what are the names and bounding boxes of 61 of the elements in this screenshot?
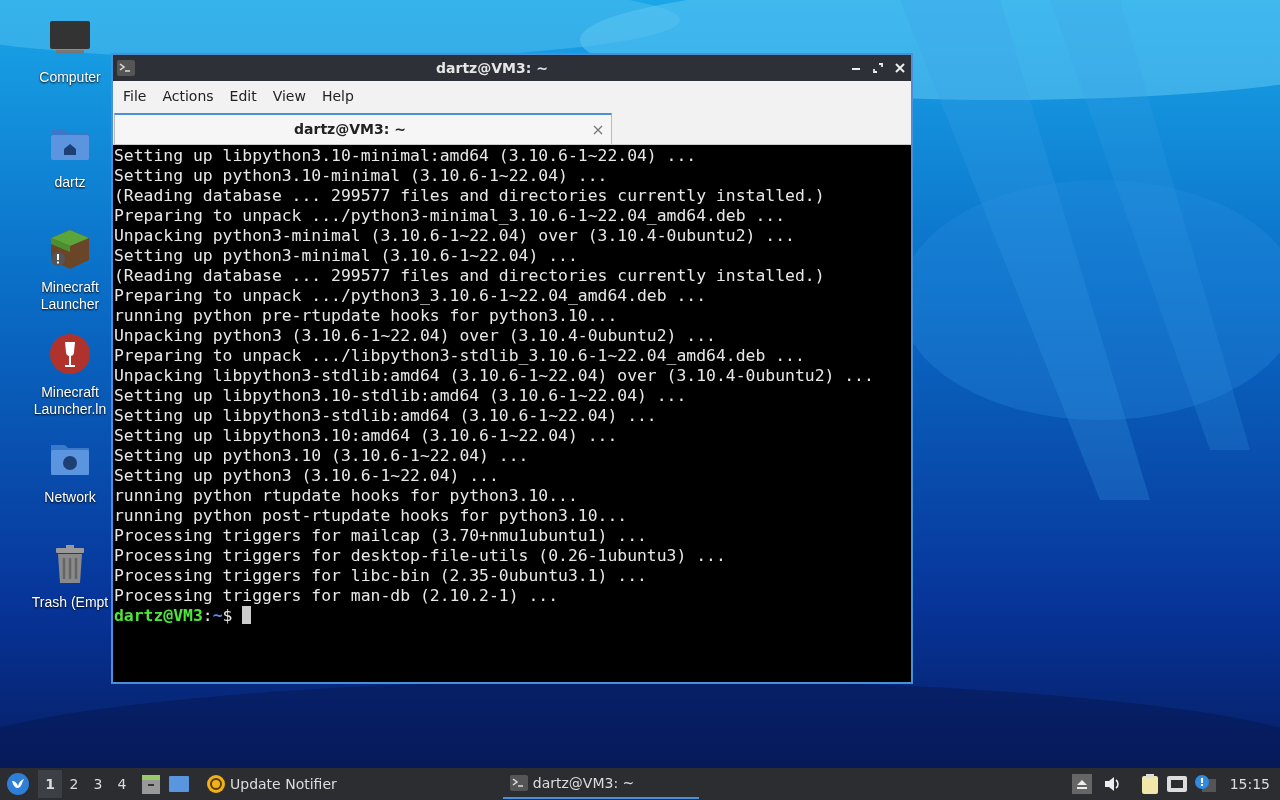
wine-glass-icon[interactable] [48, 332, 92, 376]
menu-item[interactable]: Actions [154, 81, 222, 111]
terminal-line: Setting up python3.10 (3.10.6-1~22.04) ... [114, 446, 530, 466]
eject-icon[interactable] [1071, 774, 1092, 794]
icon-label[interactable]: dartz [54, 174, 86, 191]
file-cabinet-icon[interactable] [140, 773, 162, 795]
terminal-line: (Reading database ... 299577 files and directories currently installed.) [114, 266, 826, 286]
taskbar-task[interactable]: Update Notifier [200, 769, 343, 799]
menu-item[interactable]: File [115, 81, 155, 111]
terminal-line: Preparing to unpack .../python3-minimal_3.10.6-1~22.04_amd64.deb ... [114, 206, 787, 226]
terminal-line: running python pre-rtupdate hooks for python3.10... [114, 306, 619, 326]
terminal-line: Setting up python3-minimal (3.10.6-1~22.04) ... [114, 246, 579, 266]
prompt-separator: : [202, 606, 213, 625]
terminal-line: Unpacking python3 (3.10.6-1~22.04) over (3.10.4-0ubuntu2) ... [114, 326, 717, 346]
icon-label[interactable]: Network [44, 489, 96, 506]
terminal-line: Preparing to unpack .../libpython3-stdlib_3.10.6-1~22.04_amd64.deb ... [114, 346, 806, 366]
terminal-line: Unpacking python3-minimal (3.10.6-1~22.04) over (3.10.4-0ubuntu2) ... [114, 226, 796, 246]
icon-label[interactable]: Minecraft Launcher.ln [26, 384, 114, 418]
menu-item[interactable]: Edit [221, 81, 265, 111]
prompt-symbol: $ [222, 606, 233, 625]
workspace-button[interactable]: 3 [86, 770, 110, 798]
terminal-line: Setting up libpython3.10:amd64 (3.10.6-1~22.04) ... [114, 426, 619, 446]
terminal-tab[interactable]: dartz@VM3: ~ [114, 113, 612, 144]
terminal-line: Setting up libpython3-stdlib:amd64 (3.10.6-1~22.04) ... [114, 406, 658, 426]
terminal-line: Processing triggers for desktop-file-utils (0.26-1ubuntu3) ... [114, 546, 727, 566]
network-port-icon[interactable] [1165, 774, 1188, 794]
terminal-icon [508, 773, 529, 793]
workspace-button[interactable]: 4 [110, 770, 134, 798]
terminal-line: Processing triggers for libc-bin (2.35-0ubuntu3.1) ... [114, 566, 648, 586]
terminal-line: running python rtupdate hooks for python3.10... [114, 486, 579, 506]
terminal-icon [117, 60, 135, 76]
terminal-line: Processing triggers for mailcap (3.70+nmu1ubuntu1) ... [114, 526, 648, 546]
prompt-user: dartz@VM3 [114, 606, 203, 625]
grass-block-icon[interactable] [48, 227, 92, 271]
window-icon[interactable] [168, 773, 190, 795]
terminal-line: Unpacking libpython3-stdlib:amd64 (3.10.6-1~22.04) over (3.10.4-0ubuntu2) ... [114, 366, 875, 386]
clipboard-icon[interactable] [1139, 773, 1160, 795]
terminal-line: running python post-rtupdate hooks for python3.10... [114, 506, 629, 526]
clock[interactable]: 15:15 [1229, 773, 1270, 795]
prompt-path: ~ [212, 606, 223, 625]
terminal-line: Setting up libpython3.10-minimal:amd64 (3.10.6-1~22.04) ... [114, 146, 698, 166]
text-cursor [242, 606, 252, 624]
update-icon [206, 774, 226, 794]
terminal-line: (Reading database ... 299577 files and directories currently installed.) [114, 186, 826, 206]
terminal-line: Setting up python3 (3.10.6-1~22.04) ... [114, 466, 500, 486]
menu-item[interactable]: View [264, 81, 314, 111]
window-title: dartz@VM3: ~ [435, 58, 549, 78]
workspace-button[interactable]: 1 [38, 770, 62, 798]
maximize-button[interactable] [871, 61, 885, 75]
workspace-button[interactable]: 2 [62, 770, 86, 798]
terminal-line: Setting up libpython3.10-stdlib:amd64 (3.10.6-1~22.04) ... [114, 386, 688, 406]
menu-item[interactable]: Help [313, 81, 362, 111]
terminal-line: Setting up python3.10-minimal (3.10.6-1~22.04) ... [114, 166, 609, 186]
terminal-line: Preparing to unpack .../python3_3.10.6-1~22.04_amd64.deb ... [114, 286, 708, 306]
terminal-line: Processing triggers for man-db (2.10.2-1) ... [114, 586, 560, 606]
alert-icon[interactable] [1193, 774, 1216, 794]
close-button[interactable] [893, 61, 907, 75]
icon-label[interactable]: Minecraft Launcher [26, 279, 114, 313]
start-menu-icon[interactable] [6, 772, 30, 796]
taskbar-task[interactable]: dartz@VM3: ~ [502, 769, 699, 799]
icon-label[interactable]: Trash (Empt [31, 594, 109, 611]
